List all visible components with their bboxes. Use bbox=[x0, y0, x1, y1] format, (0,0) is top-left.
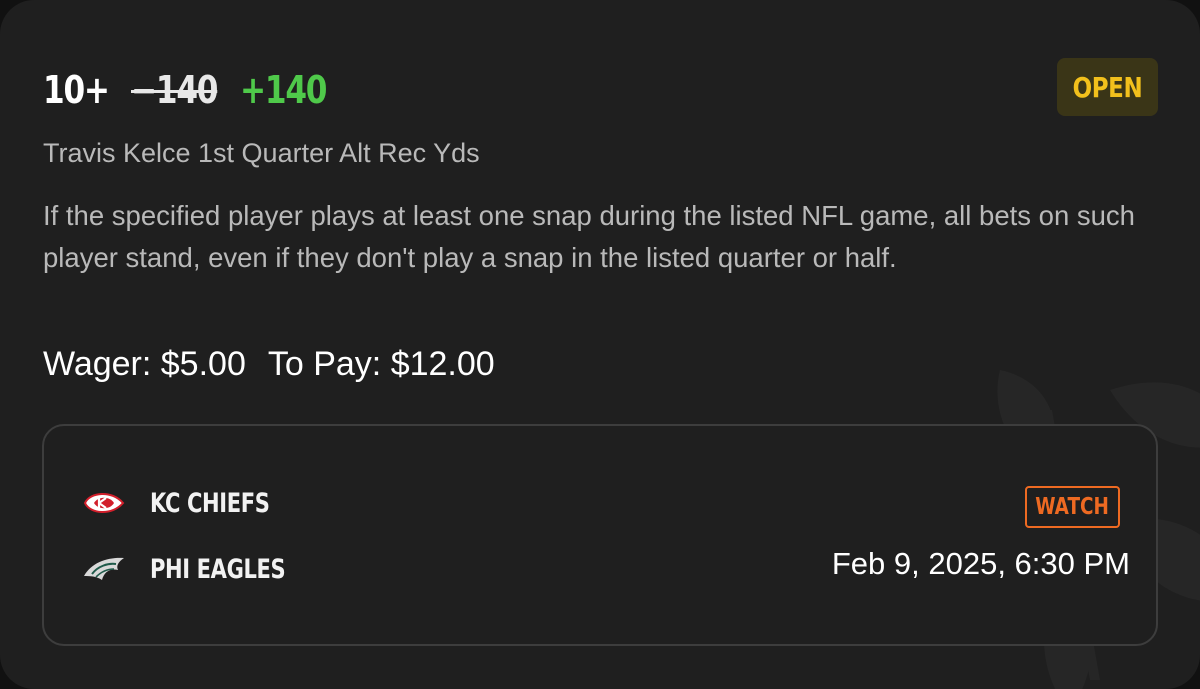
status-badge: OPEN bbox=[1057, 58, 1158, 116]
eagles-logo-icon bbox=[82, 552, 126, 586]
bet-leg: 10+ bbox=[43, 68, 110, 112]
odds-row: 10+ −140 +140 bbox=[43, 68, 346, 112]
game-datetime: Feb 9, 2025, 6:30 PM bbox=[831, 546, 1130, 581]
game-info-box[interactable]: KC CHIEFS PHI EAGLES WATCH Feb 9, 2025, … bbox=[42, 424, 1158, 646]
watch-button[interactable]: WATCH bbox=[1025, 486, 1120, 528]
boosted-odds: +140 bbox=[240, 68, 327, 112]
status-label: OPEN bbox=[1072, 70, 1143, 104]
original-odds: −140 bbox=[131, 68, 218, 112]
bet-rules: If the specified player plays at least o… bbox=[43, 200, 1135, 273]
watch-label: WATCH bbox=[1035, 494, 1110, 520]
home-team-name: KC CHIEFS bbox=[150, 487, 270, 519]
wager-amount: Wager: $5.00 bbox=[43, 345, 246, 383]
to-pay-amount: To Pay: $12.00 bbox=[267, 345, 495, 383]
away-team-name: PHI EAGLES bbox=[150, 553, 286, 585]
market-title: Travis Kelce 1st Quarter Alt Rec Yds bbox=[43, 138, 480, 168]
bet-card[interactable]: 10+ −140 +140 OPEN Travis Kelce 1st Quar… bbox=[0, 0, 1200, 689]
team-row-away: PHI EAGLES bbox=[82, 552, 323, 586]
team-row-home: KC CHIEFS bbox=[82, 486, 303, 520]
wager-row: Wager: $5.00 To Pay: $12.00 bbox=[43, 345, 495, 384]
chiefs-logo-icon bbox=[82, 486, 126, 520]
